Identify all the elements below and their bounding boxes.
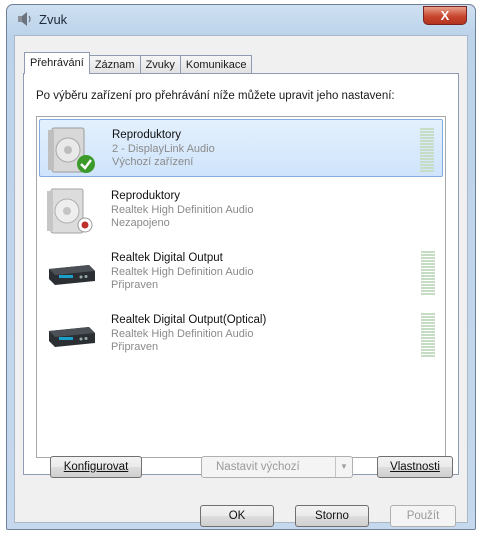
tab-sounds[interactable]: Zvuky xyxy=(140,55,181,74)
device-status: Připraven xyxy=(111,279,159,291)
dialog-body: Přehrávání Záznam Zvuky Komunikace Po vý… xyxy=(14,35,468,527)
chevron-down-icon[interactable]: ▼ xyxy=(335,457,352,477)
playback-panel: Po výběru zařízení pro přehrávání níže m… xyxy=(23,73,459,475)
ok-button[interactable]: OK xyxy=(200,505,274,527)
device-name: Realtek Digital Output(Optical) xyxy=(111,314,267,326)
device-list[interactable]: Reproduktory 2 - DisplayLink Audio Výcho… xyxy=(36,116,446,458)
device-item[interactable]: Reproduktory Realtek High Definition Aud… xyxy=(39,181,443,239)
title-bar[interactable]: Zvuk X xyxy=(7,5,475,35)
set-default-button[interactable]: Nastavit výchozí ▼ xyxy=(201,456,353,478)
tab-strip: Přehrávání Záznam Zvuky Komunikace xyxy=(24,52,253,74)
device-status: Připraven xyxy=(111,341,159,353)
device-driver: 2 - DisplayLink Audio xyxy=(112,143,215,155)
device-name: Realtek Digital Output xyxy=(111,252,223,264)
device-item[interactable]: Realtek Digital Output Realtek High Defi… xyxy=(39,243,443,301)
configure-button[interactable]: Konfigurovat xyxy=(50,456,142,478)
volume-meter xyxy=(420,128,434,174)
close-button[interactable]: X xyxy=(423,6,467,25)
volume-meter xyxy=(421,251,435,297)
default-check-icon xyxy=(77,155,95,173)
device-status: Výchozí zařízení xyxy=(112,156,194,168)
tab-recording[interactable]: Záznam xyxy=(89,55,141,74)
window-title: Zvuk xyxy=(39,12,68,27)
device-name: Reproduktory xyxy=(111,190,181,202)
instruction-text: Po výběru zařízení pro přehrávání níže m… xyxy=(36,90,395,102)
device-status: Nezapojeno xyxy=(111,217,170,229)
device-item[interactable]: Reproduktory 2 - DisplayLink Audio Výcho… xyxy=(39,119,443,177)
tab-playback[interactable]: Přehrávání xyxy=(24,52,90,74)
sound-icon xyxy=(18,12,31,26)
tab-communications[interactable]: Komunikace xyxy=(180,55,253,74)
speaker-icon xyxy=(48,127,95,173)
apply-button[interactable]: Použít xyxy=(390,505,456,527)
device-name: Reproduktory xyxy=(112,129,182,141)
cancel-button[interactable]: Storno xyxy=(295,505,369,527)
device-driver: Realtek High Definition Audio xyxy=(111,328,254,340)
speaker-icon xyxy=(47,188,93,234)
sound-dialog: Zvuk X Přehrávání Záznam Zvuky Komunikac… xyxy=(6,4,476,530)
device-driver: Realtek High Definition Audio xyxy=(111,266,254,278)
set-default-label: Nastavit výchozí xyxy=(216,461,300,473)
properties-button[interactable]: Vlastnosti xyxy=(377,456,453,478)
device-driver: Realtek High Definition Audio xyxy=(111,204,254,216)
digital-output-icon xyxy=(49,265,95,285)
digital-output-icon xyxy=(49,327,95,347)
volume-meter xyxy=(421,313,435,359)
device-item[interactable]: Realtek Digital Output(Optical) Realtek … xyxy=(39,305,443,363)
